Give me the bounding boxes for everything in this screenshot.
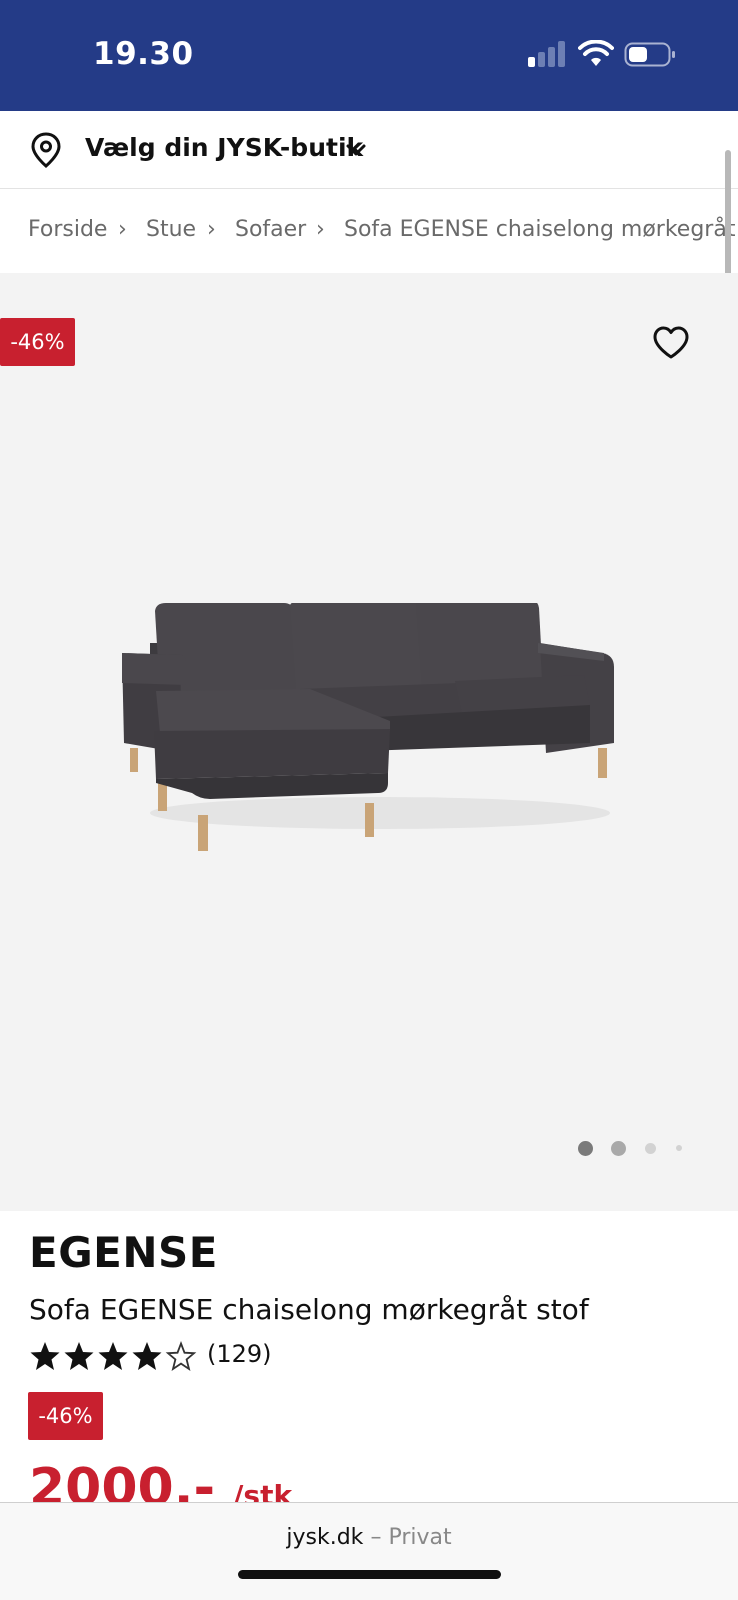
product-brand: EGENSE (29, 1228, 218, 1277)
browsing-mode: Privat (388, 1525, 452, 1550)
review-count: (129) (207, 1340, 272, 1368)
breadcrumb-separator: › (118, 217, 127, 242)
cellular-signal-icon (528, 41, 568, 67)
wifi-icon (578, 40, 614, 66)
breadcrumb-separator: › (316, 217, 325, 242)
breadcrumb: Forside › Stue › Sofaer › Sofa EGENSE ch… (0, 190, 738, 273)
status-time: 19.30 (93, 36, 194, 72)
chevron-down-icon (346, 144, 366, 156)
sofa-egense-chaiselong-image (122, 603, 614, 851)
gallery-dot-1[interactable] (578, 1141, 593, 1156)
heart-icon[interactable] (652, 325, 690, 361)
price-discount-badge: -46% (28, 1392, 103, 1440)
gallery-dot-3[interactable] (645, 1143, 656, 1154)
url-separator: – (370, 1525, 382, 1550)
star-filled-icon (98, 1342, 128, 1370)
star-filled-icon (64, 1342, 94, 1370)
address-text: jysk.dk – Privat (0, 1525, 738, 1550)
url-domain: jysk.dk (286, 1525, 364, 1550)
product-rating[interactable]: (129) (29, 1340, 329, 1376)
star-filled-icon (132, 1342, 162, 1370)
discount-badge: -46% (0, 318, 75, 366)
store-selector[interactable]: Vælg din JYSK-butik (0, 111, 738, 189)
star-empty-icon (165, 1340, 197, 1372)
breadcrumb-item-stue[interactable]: Stue (146, 217, 196, 242)
home-indicator[interactable] (238, 1570, 501, 1579)
battery-icon (624, 42, 675, 67)
breadcrumb-item-sofaer[interactable]: Sofaer (235, 217, 306, 242)
star-filled-icon (30, 1342, 60, 1370)
location-pin-icon (31, 132, 61, 168)
breadcrumb-item-current: Sofa EGENSE chaiselong mørkegråt (344, 217, 736, 242)
browser-address-bar[interactable]: jysk.dk – Privat (0, 1502, 738, 1600)
store-selector-label: Vælg din JYSK-butik (85, 133, 364, 162)
gallery-dot-2[interactable] (611, 1141, 626, 1156)
breadcrumb-separator: › (207, 217, 216, 242)
breadcrumb-item-forside[interactable]: Forside (28, 217, 107, 242)
product-name: Sofa EGENSE chaiselong mørkegråt stof (29, 1293, 589, 1326)
product-image-gallery[interactable]: -46% (0, 273, 738, 1211)
gallery-dot-4[interactable] (676, 1145, 682, 1151)
status-bar: 19.30 (0, 0, 738, 111)
